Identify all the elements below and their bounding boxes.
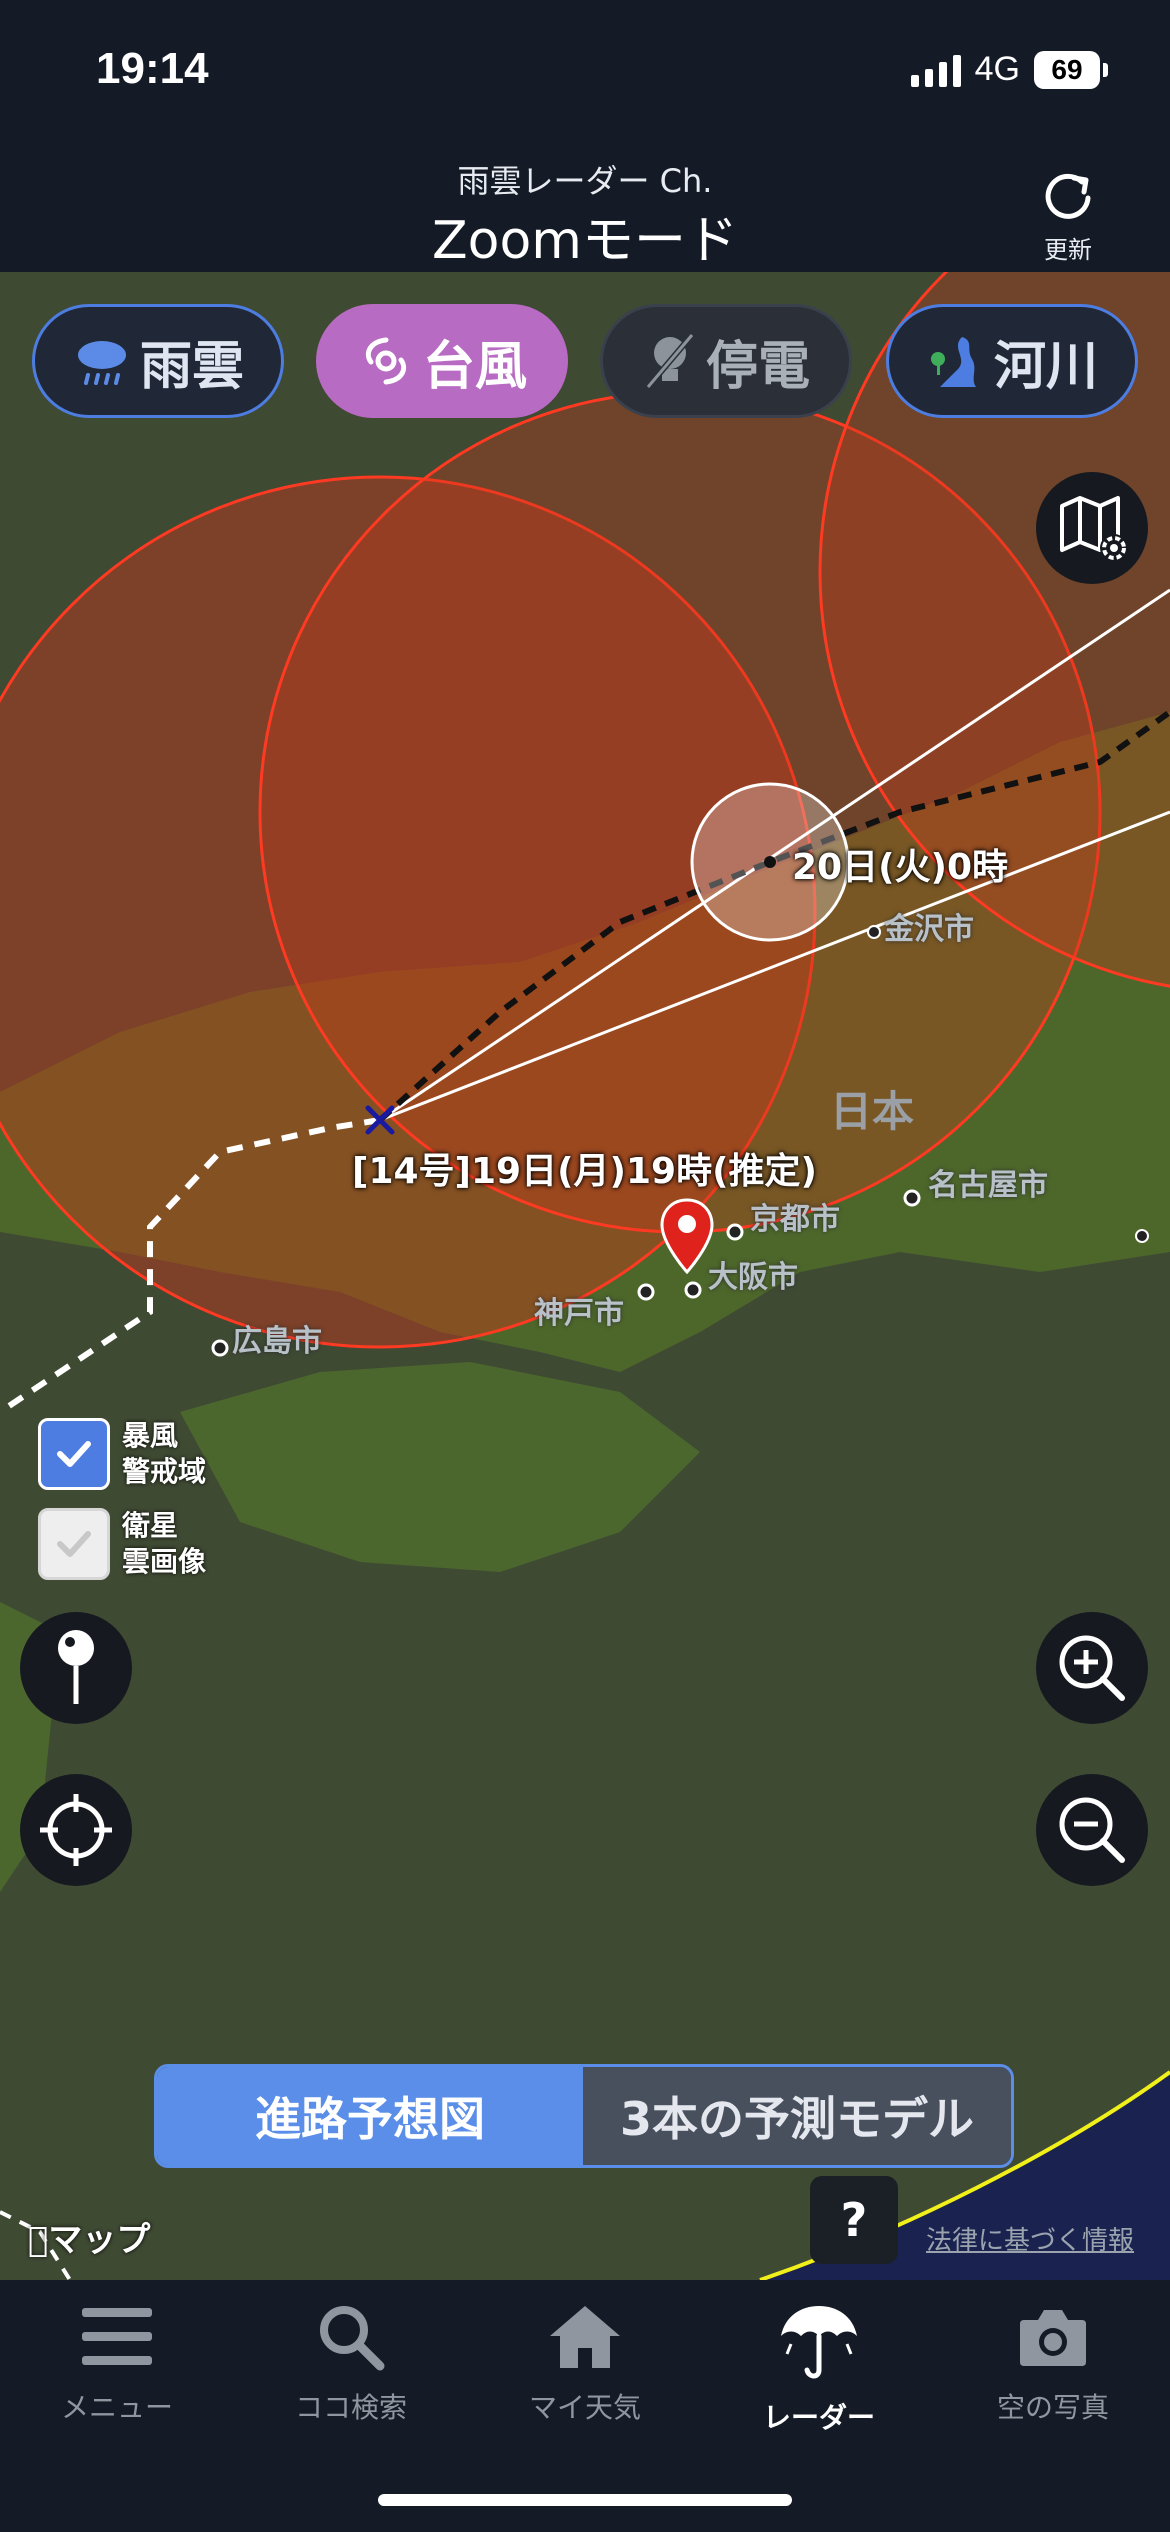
network-type: 4G [974, 50, 1020, 88]
check-icon [57, 1531, 91, 1557]
legal-info-link[interactable]: 法律に基づく情報 [926, 2220, 1134, 2257]
tab-label: マイ天気 [528, 2391, 641, 2424]
city-label: 金沢市 [884, 912, 974, 947]
refresh-icon [1045, 173, 1091, 219]
status-time: 19:14 [96, 44, 209, 93]
home-icon [550, 2306, 620, 2368]
apple-logo-icon:  [28, 2220, 48, 2260]
page-title: Zoomモード [432, 211, 738, 271]
layer-rain-button[interactable]: 雨雲 [32, 304, 284, 418]
typhoon-icon [365, 337, 407, 385]
pin-icon [58, 1630, 94, 1704]
map-settings-icon [1060, 496, 1128, 562]
radar-map[interactable]: 雨雲 台風 停電 河川 20日(火)0時 [14号]19日(月)19時(推定) … [0, 272, 1170, 2280]
status-bar: 19:14 4G 69 [0, 0, 1170, 140]
tab-radar[interactable]: レーダー [702, 2302, 936, 2436]
channel-subtitle: 雨雲レーダー Ch. [457, 162, 713, 200]
search-icon [320, 2306, 385, 2371]
layer-outage-button[interactable]: 停電 [600, 304, 852, 418]
tab-sky-photos[interactable]: 空の写真 [936, 2302, 1170, 2426]
country-label: 日本 [830, 1087, 915, 1136]
storm-area-label: 暴風 警戒域 [122, 1419, 207, 1488]
tab-label: 空の写真 [996, 2391, 1109, 2424]
tab-label: ココ検索 [294, 2391, 407, 2424]
layer-typhoon-button[interactable]: 台風 [316, 304, 568, 418]
map-settings-button[interactable] [1036, 472, 1148, 584]
status-indicators: 4G 69 [910, 50, 1108, 89]
refresh-button[interactable]: 更新 [1018, 166, 1118, 266]
tab-search[interactable]: ココ検索 [234, 2302, 468, 2426]
zoom-in-button[interactable] [1036, 1612, 1148, 1724]
zoom-in-icon [1059, 1635, 1125, 1701]
zoom-out-button[interactable] [1036, 1774, 1148, 1886]
tab-menu[interactable]: メニュー [0, 2302, 234, 2426]
tab-label: レーダー [762, 2401, 875, 2434]
zoom-out-icon [1059, 1797, 1125, 1863]
battery-level: 69 [1034, 50, 1100, 89]
refresh-label: 更新 [1044, 236, 1092, 264]
layer-river-label: 河川 [993, 336, 1098, 397]
pin-button[interactable] [20, 1612, 132, 1724]
city-label: 神戸市 [534, 1296, 624, 1331]
help-button[interactable]: ? [810, 2176, 898, 2264]
signal-icon [910, 53, 961, 87]
forecast-view-segmented-control: 進路予想図 3本の予測モデル [154, 2064, 1014, 2168]
layer-typhoon-label: 台風 [422, 336, 527, 397]
city-label: 京都市 [750, 1202, 840, 1237]
camera-icon [1020, 2310, 1086, 2366]
satellite-checkbox[interactable] [38, 1508, 110, 1580]
typhoon-current-label: [14号]19日(月)19時(推定) [352, 1151, 818, 1192]
menu-icon [82, 2308, 152, 2365]
forecast-time-label: 20日(火)0時 [792, 847, 1009, 888]
apple-maps-attribution[interactable]: マップ [28, 2212, 150, 2261]
satellite-toggle[interactable]: 衛星 雲画像 [38, 1508, 206, 1580]
power-outage-icon [645, 333, 695, 389]
layer-outage-label: 停電 [705, 336, 810, 397]
satellite-label: 衛星 雲画像 [122, 1509, 207, 1578]
home-indicator [378, 2494, 792, 2506]
track-forecast-tab[interactable]: 進路予想図 [157, 2067, 583, 2165]
map-canvas [0, 272, 1170, 2280]
city-label: 名古屋市 [928, 1168, 1048, 1203]
tab-label: メニュー [60, 2391, 173, 2424]
location-pin-icon [660, 1198, 714, 1274]
check-icon [57, 1441, 91, 1467]
three-models-tab[interactable]: 3本の予測モデル [583, 2067, 1011, 2165]
battery-icon: 69 [1034, 50, 1108, 89]
storm-area-checkbox[interactable] [38, 1418, 110, 1490]
tab-my-weather[interactable]: マイ天気 [468, 2302, 702, 2426]
city-label: 大阪市 [708, 1260, 798, 1295]
layer-rain-label: 雨雲 [139, 336, 244, 397]
layer-river-button[interactable]: 河川 [886, 304, 1138, 418]
river-icon [930, 337, 976, 387]
crosshair-icon [40, 1794, 112, 1866]
storm-area-toggle[interactable]: 暴風 警戒域 [38, 1418, 206, 1490]
rain-cloud-icon [77, 341, 126, 385]
app-header: 雨雲レーダー Ch. Zoomモード 更新 [0, 140, 1170, 272]
current-location-button[interactable] [20, 1774, 132, 1886]
umbrella-icon [781, 2306, 857, 2379]
city-label: 広島市 [232, 1324, 322, 1359]
